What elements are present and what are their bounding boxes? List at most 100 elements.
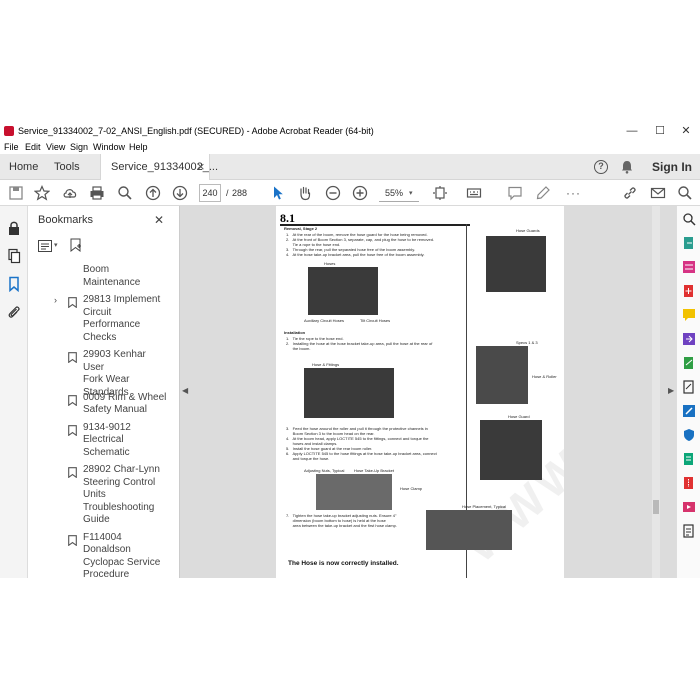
keyboard-icon[interactable] [466,185,482,201]
bookmark-item-line: Circuit [83,306,112,318]
highlight-pen-icon[interactable] [535,185,551,201]
compress-pdf-icon[interactable] [682,476,696,490]
page-text-line: and torque the hose. [286,456,330,461]
bookmark-item[interactable]: 9134-9012 Electrical Schematic [83,422,167,460]
tab-document[interactable]: Service_91334002_... × [100,154,218,180]
page-total: 288 [232,188,248,198]
help-icon[interactable]: ? [594,160,608,174]
menu-view[interactable]: View [46,142,65,152]
pages-thumbnail-icon[interactable] [6,248,22,264]
close-window-button[interactable]: ✕ [672,122,700,140]
previous-page-icon[interactable] [145,185,161,201]
rich-media-icon[interactable] [682,500,696,514]
lock-icon[interactable] [6,220,22,236]
bookmark-item[interactable]: 0009 Rim & Wheel Safety Manual [83,392,167,417]
bookmark-item[interactable]: Boom Maintenance [83,264,167,289]
sign-in-button[interactable]: Sign In [652,154,692,180]
tab-tools[interactable]: Tools [54,154,80,180]
collapse-left-arrow-icon[interactable]: ◀ [182,386,188,395]
select-cursor-icon[interactable] [270,185,286,201]
hand-tool-icon[interactable] [297,185,313,201]
comment-tool-icon[interactable] [682,308,696,322]
star-icon[interactable] [34,185,50,201]
send-for-review-icon[interactable] [682,452,696,466]
zoom-select[interactable]: 55% ▾ [379,184,419,202]
bookmark-icon [68,533,77,546]
toolbar: 240 / 288 55% ▾ ··· [0,180,700,206]
window-title: Service_91334002_7-02_ANSI_English.pdf (… [18,126,374,136]
protect-icon[interactable] [682,428,696,442]
hose-guards-photo [486,236,546,292]
hose-placement-photo [426,510,512,550]
tab-bar: Home Tools Service_91334002_... × ? Sign… [0,154,700,180]
tab-close-icon[interactable]: × [197,154,205,180]
menu-window[interactable]: Window [93,142,125,152]
hose-guard-label: Hose Guard [508,414,530,419]
edit-pdf-icon[interactable] [682,404,696,418]
left-navigation-rail [0,206,28,578]
installation-heading: Installation [284,330,306,335]
bookmark-panel-icon[interactable] [6,276,22,292]
bookmark-item[interactable]: 28902 Char-Lynn Steering Control Units Trou… [83,464,167,527]
cloud-upload-icon[interactable] [62,185,78,201]
export-pdf-icon[interactable] [682,236,696,250]
create-pdf-icon[interactable] [682,284,696,298]
maximize-button[interactable]: ☐ [646,122,674,140]
install-steps-2: 3. Feed the hose around the roller and p… [286,426,437,461]
bookmark-icon [68,350,77,364]
removal-steps: 1. At the rear of the boom, remove the h… [286,232,434,257]
bookmark-item-line: Electrical [83,434,124,445]
menu-file[interactable]: File [4,142,19,152]
organize-pages-icon[interactable] [682,260,696,274]
next-page-icon[interactable] [172,185,188,201]
menu-bar: File Edit View Sign Window Help [0,140,700,154]
hose-guard-photo [480,420,542,480]
bell-icon[interactable] [621,160,633,174]
bookmark-item-line: 9134-9012 [83,421,131,433]
menu-help[interactable]: Help [129,142,148,152]
bookmark-item[interactable]: F114004 Donaldson Cyclopac Service Procedur… [83,532,167,579]
save-icon[interactable] [8,185,24,201]
zoom-out-icon[interactable] [325,185,341,201]
bookmark-item-line: Boom [83,264,110,275]
share-link-icon[interactable] [622,185,638,201]
email-icon[interactable] [650,185,666,201]
search-icon[interactable] [677,185,693,201]
fit-page-icon[interactable] [432,185,448,201]
comment-icon[interactable] [507,185,523,201]
tilt-hoses-label: Tilt Circuit Hoses [360,318,391,323]
document-scrollbar[interactable] [652,206,660,578]
document-scrollbar-thumb[interactable] [653,500,659,514]
tab-home[interactable]: Home [9,154,38,180]
paperclip-icon[interactable] [6,304,22,320]
bookmark-item-line: Performance [83,319,141,330]
combine-files-icon[interactable] [682,332,696,346]
zoom-search-icon[interactable] [117,185,133,201]
specs-photo [476,346,528,404]
bookmarks-panel: Bookmarks ✕ ▾ Boom Maintenance › 29813 Impl… [28,206,204,579]
stamp-icon[interactable] [682,524,696,538]
bookmark-item[interactable]: 29813 Implement Circuit Performance Checks [83,294,167,344]
zoom-in-icon[interactable] [352,185,368,201]
bookmark-icon [68,423,77,436]
add-bookmark-icon[interactable] [70,238,82,253]
bookmark-item-line: Maintenance [83,276,141,288]
take-up-bracket-photo [316,474,392,510]
print-icon[interactable] [89,185,105,201]
fill-sign-icon[interactable] [682,356,696,370]
bookmark-item-line: 29813 Implement [83,294,161,305]
menu-sign[interactable]: Sign [70,142,88,152]
menu-edit[interactable]: Edit [25,142,41,152]
document-viewport[interactable]: ◀ ▶ WWW.EPCEPO.COM 8.1 Removal, Stage 2 … [180,206,676,578]
options-chevron-down-icon[interactable]: ▾ [54,241,58,249]
expand-chevron-icon[interactable]: › [54,295,57,305]
minimize-button[interactable]: — [618,122,646,140]
request-signature-icon[interactable] [682,380,696,394]
zoom-tool-icon[interactable] [682,212,696,226]
bookmark-options-icon[interactable] [38,239,52,252]
collapse-right-arrow-icon[interactable]: ▶ [668,386,674,395]
page-number-input[interactable]: 240 [199,184,221,202]
zoom-value: 55% [385,188,404,198]
more-options-icon[interactable]: ··· [566,186,581,200]
close-panel-icon[interactable]: ✕ [154,213,164,227]
